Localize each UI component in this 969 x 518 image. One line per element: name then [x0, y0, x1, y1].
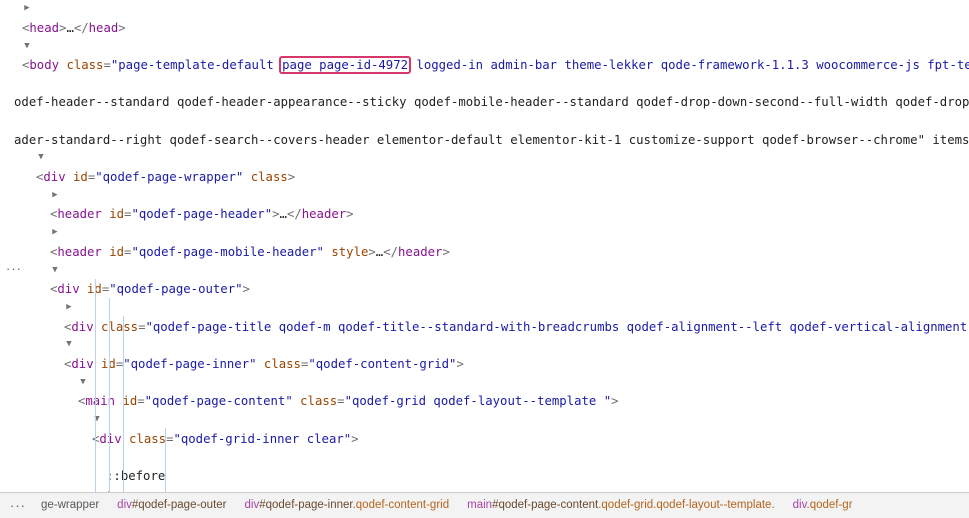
dom-node-row[interactable]: <div id="qodef-page-inner" class="qodef-… [0, 336, 969, 373]
dom-node-row[interactable]: <div id="qodef-page-outer"> [0, 261, 969, 298]
dom-breadcrumb-bar[interactable]: ··· ge-wrapper div#qodef-page-outer div#qod… [0, 492, 969, 518]
dom-tree[interactable]: <head>…</head> <body class="page-template… [0, 0, 969, 492]
indent-guide [95, 279, 96, 492]
breadcrumb-item[interactable]: main#qodef-page-content.qodef-grid.qodef… [458, 493, 784, 518]
dom-node-source: <main id="qodef-page-content" class="qod… [78, 394, 619, 409]
dom-node-source: <header id="qodef-page-mobile-header" st… [50, 244, 450, 259]
search-match-highlight: page page-id-4972 [279, 56, 412, 75]
breadcrumb-id: #qodef-page-content [492, 499, 599, 511]
breadcrumb-class: .qodef-content-grid [352, 499, 450, 511]
expand-arrow-icon[interactable] [92, 410, 102, 429]
dom-node-source: odef-header--standard qodef-header-appea… [14, 95, 969, 110]
breadcrumb-tag: main [467, 499, 493, 511]
breadcrumb-id: #qodef-page-inner [259, 499, 353, 511]
expand-arrow-icon[interactable] [22, 0, 32, 18]
expand-arrow-icon[interactable] [64, 298, 74, 317]
devtools-elements-panel: <head>…</head> <body class="page-template… [0, 0, 969, 518]
dom-node-source: <div id="qodef-page-inner" class="qodef-… [64, 356, 464, 371]
dom-node-row[interactable]: <head>…</head> [0, 0, 969, 37]
breadcrumb-tag: div [117, 499, 132, 511]
breadcrumb-id: #qodef-page-outer [131, 499, 227, 511]
dom-node-row[interactable]: <div class="qodef-grid-inner clear"> [0, 411, 969, 448]
breadcrumb-item[interactable]: div#qodef-page-outer [108, 493, 235, 518]
dom-node-source: <body class="page-template-default page … [22, 56, 969, 75]
dom-node-row[interactable]: <body class="page-template-default page … [0, 37, 969, 75]
breadcrumb-overflow[interactable]: ··· [4, 498, 32, 513]
dom-node-source: <div id="qodef-page-wrapper" class> [36, 169, 296, 184]
indent-guide [109, 297, 110, 492]
breadcrumb-tag: div [244, 499, 260, 511]
expand-arrow-icon[interactable] [106, 485, 116, 492]
dom-node-row[interactable]: <header id="qodef-page-header">…</header… [0, 187, 969, 224]
row-overflow-ellipsis[interactable]: ··· [6, 260, 22, 279]
breadcrumb-class: .qodef-grid.qodef-layout--template. [598, 499, 775, 511]
breadcrumb-class: .qodef-gr [806, 499, 853, 511]
indent-guide [165, 427, 166, 492]
breadcrumb-item[interactable]: div.qodef-gr [784, 493, 862, 518]
dom-node-row[interactable]: <main id="qodef-page-content" class="qod… [0, 374, 969, 411]
expand-arrow-icon[interactable] [78, 373, 88, 392]
breadcrumb-id: ge-wrapper [41, 499, 100, 511]
dom-node-row[interactable]: ::before [0, 448, 969, 485]
breadcrumb-tag: div [792, 499, 807, 511]
expand-arrow-icon[interactable] [50, 223, 60, 242]
dom-node-row[interactable]: <div class="qodef-grid-item qodef-page-c… [0, 485, 969, 492]
expand-arrow-icon[interactable] [50, 186, 60, 205]
dom-node-row[interactable]: <header id="qodef-page-mobile-header" st… [0, 224, 969, 261]
dom-node-source: <div class="qodef-grid-inner clear"> [92, 431, 359, 446]
dom-node-source: ader-standard--right qodef-search--cover… [14, 132, 969, 147]
breadcrumb-item[interactable]: ge-wrapper [32, 493, 108, 518]
expand-arrow-icon[interactable] [50, 261, 60, 280]
dom-node-source: <header id="qodef-page-header">…</header… [50, 207, 354, 222]
dom-node-source: <div id="qodef-page-outer"> [50, 282, 250, 297]
expand-arrow-icon[interactable] [22, 37, 32, 56]
dom-node-source: <head>…</head> [22, 20, 126, 35]
dom-node-row[interactable]: <div id="qodef-page-wrapper" class> [0, 149, 969, 186]
dom-node-row[interactable]: <div class="qodef-page-title qodef-m qod… [0, 299, 969, 336]
expand-arrow-icon[interactable] [64, 335, 74, 354]
breadcrumb-item[interactable]: div#qodef-page-inner.qodef-content-grid [236, 493, 459, 518]
expand-arrow-icon[interactable] [36, 148, 46, 167]
indent-guide [123, 316, 124, 492]
dom-node-row[interactable]: odef-header--standard qodef-header-appea… [0, 75, 969, 112]
dom-node-row[interactable]: ader-standard--right qodef-search--cover… [0, 112, 969, 149]
dom-tree-pane[interactable]: <head>…</head> <body class="page-template… [0, 0, 969, 492]
dom-node-source: ::before [106, 468, 166, 483]
dom-node-source: <div class="qodef-page-title qodef-m qod… [64, 319, 969, 334]
